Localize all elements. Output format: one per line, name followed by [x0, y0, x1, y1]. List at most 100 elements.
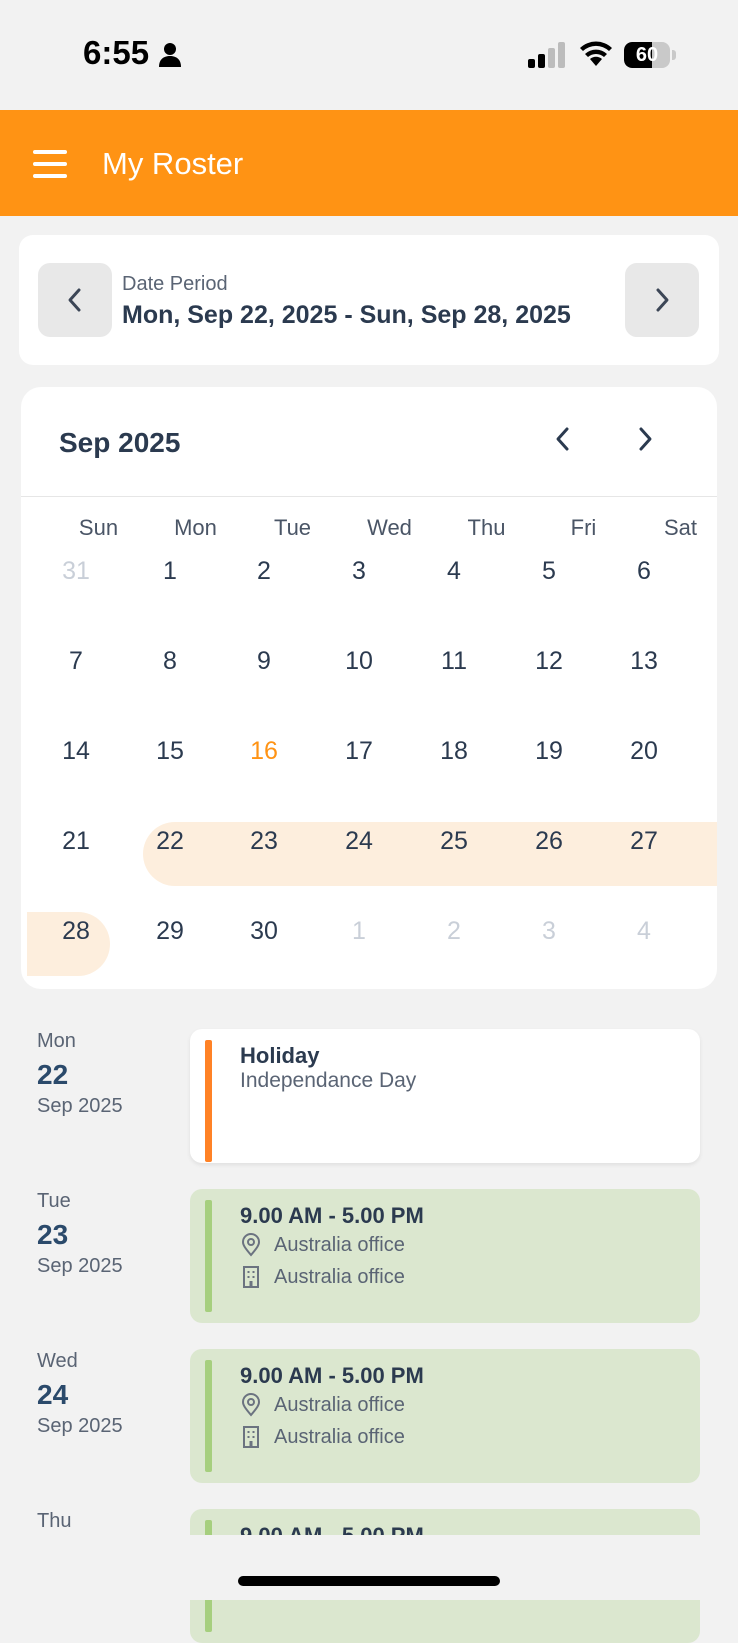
next-period-button[interactable] [625, 263, 699, 337]
date-period-label: Date Period [122, 273, 228, 295]
calendar-day[interactable]: 18 [419, 720, 489, 782]
calendar-day[interactable]: 15 [135, 720, 205, 782]
building-icon [243, 1426, 259, 1448]
schedule-day: 23 [37, 1219, 69, 1250]
calendar-day[interactable]: 21 [41, 810, 111, 872]
calendar-day[interactable]: 9 [229, 630, 299, 692]
page-title: My Roster [102, 146, 244, 181]
calendar-day[interactable]: 29 [135, 900, 205, 962]
shift-time: 9.00 AM - 5.00 PM [240, 1203, 424, 1228]
battery-icon: 60 [624, 42, 676, 68]
schedule-weekday: Tue [37, 1190, 71, 1212]
calendar-day[interactable]: 3 [514, 900, 584, 962]
chevron-right-icon [656, 288, 669, 312]
weekday-header: Fri [570, 515, 597, 540]
shift-time: 9.00 AM - 5.00 PM [240, 1363, 424, 1388]
calendar-divider [21, 496, 717, 497]
schedule-date: Mon 22 Sep 2025 [37, 1030, 123, 1118]
schedule-date: Wed 24 Sep 2025 [37, 1350, 123, 1438]
schedule-day: 22 [37, 1059, 69, 1090]
calendar-day[interactable]: 27 [609, 810, 679, 872]
schedule-month: Sep 2025 [37, 1255, 123, 1277]
calendar-day[interactable]: 10 [324, 630, 394, 692]
calendar-day[interactable]: 24 [324, 810, 394, 872]
schedule-date: Tue 23 Sep 2025 [37, 1190, 123, 1278]
shift-location: Australia office [274, 1233, 405, 1256]
event-subtitle: Independance Day [240, 1069, 417, 1092]
calendar-day[interactable]: 31 [41, 540, 111, 602]
calendar-day[interactable]: 20 [609, 720, 679, 782]
schedule-weekday: Thu [37, 1510, 72, 1532]
shift-location: Australia office [274, 1393, 405, 1416]
event-color-bar [205, 1360, 212, 1472]
calendar-day[interactable]: 28 [41, 900, 111, 962]
next-month-button[interactable] [623, 417, 667, 461]
calendar-day[interactable]: 23 [229, 810, 299, 872]
calendar-month-label: Sep 2025 [59, 427, 181, 458]
schedule-date: Thu [37, 1510, 71, 1533]
location-pin-icon [241, 1233, 261, 1257]
event-color-bar [205, 1200, 212, 1312]
calendar: Sep 2025 Sun Mon Tue Wed Thu Fri Sat 31 1… [21, 387, 717, 989]
calendar-day[interactable]: 6 [609, 540, 679, 602]
calendar-day[interactable]: 12 [514, 630, 584, 692]
calendar-day[interactable]: 8 [135, 630, 205, 692]
calendar-day[interactable]: 7 [41, 630, 111, 692]
schedule-weekday: Wed [37, 1350, 78, 1372]
calendar-day[interactable]: 16 [229, 720, 299, 782]
chevron-left-icon [68, 288, 81, 312]
person-icon [159, 43, 181, 67]
chevron-left-icon [556, 427, 569, 451]
schedule-day: 24 [37, 1379, 69, 1410]
holiday-card[interactable]: Holiday Independance Day [190, 1029, 700, 1163]
status-time: 6:55 [83, 34, 150, 71]
calendar-day[interactable]: 17 [324, 720, 394, 782]
menu-icon[interactable] [33, 150, 69, 178]
bottom-safe-area [0, 1535, 738, 1600]
calendar-day[interactable]: 3 [324, 540, 394, 602]
date-period-card: Date Period Mon, Sep 22, 2025 - Sun, Sep… [19, 235, 719, 365]
calendar-day[interactable]: 30 [229, 900, 299, 962]
calendar-day[interactable]: 14 [41, 720, 111, 782]
home-indicator[interactable] [238, 1576, 500, 1586]
battery-level: 60 [635, 44, 659, 66]
weekday-header: Wed [367, 515, 412, 540]
calendar-day[interactable]: 13 [609, 630, 679, 692]
shift-card[interactable]: 9.00 AM - 5.00 PM Australia office Austr… [190, 1189, 700, 1323]
chevron-right-icon [639, 427, 652, 451]
calendar-day[interactable]: 25 [419, 810, 489, 872]
calendar-day[interactable]: 22 [135, 810, 205, 872]
weekday-header: Tue [273, 515, 312, 540]
schedule-month: Sep 2025 [37, 1095, 123, 1117]
weekday-header: Sat [663, 515, 698, 540]
shift-card[interactable]: 9.00 AM - 5.00 PM Australia office Austr… [190, 1349, 700, 1483]
calendar-day[interactable]: 1 [135, 540, 205, 602]
shift-site: Australia office [274, 1425, 405, 1448]
calendar-day[interactable]: 4 [419, 540, 489, 602]
app-header: My Roster [0, 110, 738, 216]
calendar-day[interactable]: 4 [609, 900, 679, 962]
schedule-month: Sep 2025 [37, 1415, 123, 1437]
shift-site: Australia office [274, 1265, 405, 1288]
calendar-day[interactable]: 19 [514, 720, 584, 782]
weekday-header: Sun [78, 515, 119, 540]
status-bar: 6:55 60 [0, 0, 738, 110]
previous-period-button[interactable] [38, 263, 112, 337]
date-period-range: Mon, Sep 22, 2025 - Sun, Sep 28, 2025 [122, 301, 571, 329]
building-icon [243, 1266, 259, 1288]
calendar-day[interactable]: 1 [324, 900, 394, 962]
calendar-day[interactable]: 2 [419, 900, 489, 962]
weekday-header: Thu [467, 515, 506, 540]
event-color-bar [205, 1040, 212, 1162]
wifi-icon [580, 41, 612, 66]
calendar-day[interactable]: 11 [419, 630, 489, 692]
calendar-day[interactable]: 2 [229, 540, 299, 602]
previous-month-button[interactable] [541, 417, 585, 461]
signal-icon [528, 42, 565, 68]
calendar-day[interactable]: 26 [514, 810, 584, 872]
weekday-header: Mon [174, 515, 217, 540]
schedule-weekday: Mon [37, 1030, 76, 1052]
calendar-day[interactable]: 5 [514, 540, 584, 602]
event-title: Holiday [240, 1043, 320, 1068]
location-pin-icon [241, 1393, 261, 1417]
